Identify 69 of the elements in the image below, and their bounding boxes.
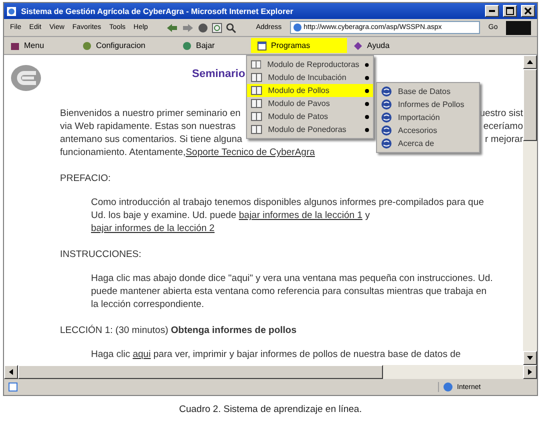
menu-item[interactable]: Acerca de <box>377 137 479 150</box>
nav-link[interactable]: Bajar <box>176 38 251 53</box>
back-arrow-icon[interactable] <box>166 22 178 32</box>
minimize-icon <box>489 10 495 12</box>
nav-link[interactable]: Programas <box>251 38 347 53</box>
book-icon <box>251 125 262 134</box>
section-heading: INSTRUCCIONES: <box>60 248 142 261</box>
intro-text: r mejorar <box>484 133 523 146</box>
menu-item[interactable]: Modulo de Pavos <box>247 97 373 110</box>
close-button[interactable] <box>521 5 535 17</box>
scroll-thumb[interactable] <box>523 69 537 141</box>
section-paragraph: Como introducción al trabajo tenemos disponibles algunos informes pre-compilados para que Ud. los baje y examine. Ud. puede bajar informes de la lección 1 y bajar informes de la lección 2 <box>91 196 485 235</box>
scroll-left-button[interactable] <box>4 365 18 379</box>
intro-text: Bienvenidos a nuestro primer seminario en <box>60 107 241 120</box>
section-paragraph: Haga clic aqui para ver, imprimir y bajar informes de pollos de nuestra base de datos de <box>91 348 462 361</box>
book-icon <box>251 73 262 82</box>
nav-icon <box>182 40 192 50</box>
maximize-icon <box>505 6 515 16</box>
book-icon <box>251 112 262 121</box>
menu-item[interactable]: Modulo de Patos <box>247 110 373 123</box>
scroll-right-button[interactable] <box>523 365 537 379</box>
up-arrow-icon <box>527 60 533 64</box>
close-icon <box>523 6 533 16</box>
right-arrow-icon <box>528 369 532 375</box>
intro-text: funcionamiento. Atentamente, <box>60 146 186 159</box>
menu-item[interactable]: Importación <box>377 111 479 124</box>
nav-link[interactable]: Configuracion <box>76 38 176 53</box>
page-heading: Seminario <box>192 68 246 80</box>
menu-item[interactable]: Modulo de Reproductoras <box>247 58 373 71</box>
nav-icon <box>257 40 267 50</box>
scroll-down-button[interactable] <box>523 351 537 365</box>
refresh-icon[interactable] <box>212 22 222 32</box>
nav-icon <box>82 40 92 50</box>
support-link[interactable]: Soporte Tecnico de CyberAgra <box>186 146 315 159</box>
scroll-thumb[interactable] <box>18 365 383 379</box>
logo-icon <box>10 64 44 92</box>
menu-item[interactable]: Informes de Pollos <box>377 98 479 111</box>
text-link[interactable]: bajar informes de la lección 2 <box>91 223 215 234</box>
menu-item[interactable]: Modulo de Ponedoras <box>247 123 373 136</box>
scroll-up-button[interactable] <box>523 55 537 69</box>
book-icon <box>251 99 262 108</box>
minimize-button[interactable] <box>485 5 499 17</box>
menu-item[interactable]: Modulo de Incubación <box>247 71 373 84</box>
menu-item[interactable]: Modulo de Pollos <box>247 84 373 97</box>
page-icon <box>8 382 18 392</box>
nav-icon <box>10 40 20 50</box>
text-link[interactable]: bajar informes de la lección 1 <box>238 210 362 221</box>
nav-icon <box>353 40 363 50</box>
page-icon <box>6 6 17 16</box>
intro-text: antemano sus comentarios. Si tiene alguna <box>60 133 242 146</box>
left-arrow-icon <box>9 369 13 375</box>
nav-link[interactable]: Ayuda <box>347 38 396 53</box>
nav-link[interactable]: Menu <box>4 38 76 53</box>
book-icon <box>251 86 262 95</box>
intro-text: uestro sist <box>480 107 523 120</box>
section-paragraph: Haga clic mas abajo donde dice "aqui" y vera una ventana mas pequeña con instrucciones. Ud. puede mantener abierta esta ventana como referencia para consultas mientras que trabaja en la lección correspondiente. <box>91 272 493 311</box>
window-title: Sistema de Gestión Agrícola de CyberAgra - Microsoft Internet Explorer <box>21 6 294 16</box>
search-icon[interactable] <box>226 22 236 32</box>
maximize-button[interactable] <box>503 5 517 17</box>
section-heading: LECCIÓN 1: (30 minutos) Obtenga informes de pollos <box>60 324 298 337</box>
figure-caption: Cuadro 2. Sistema de aprendizaje en línea. <box>178 404 363 415</box>
menu-item[interactable]: Accesorios <box>377 124 479 137</box>
intro-text: eceríamo <box>483 120 523 133</box>
text-link[interactable]: aqui <box>132 349 151 360</box>
down-arrow-icon <box>527 356 533 360</box>
section-heading: PREFACIO: <box>60 172 112 185</box>
intro-text: via Web rapidamente. Estas son nuestras <box>60 120 236 133</box>
book-icon <box>251 60 262 69</box>
menu-item[interactable]: Base de Datos <box>377 85 479 98</box>
